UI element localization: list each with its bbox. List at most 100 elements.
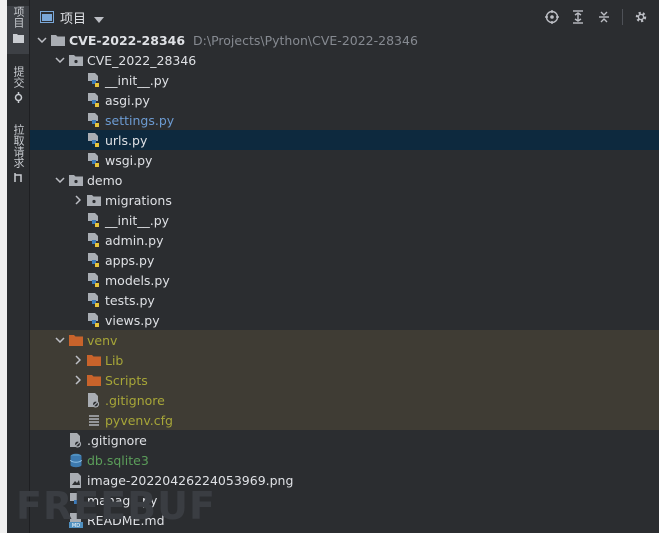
settings-icon[interactable] bbox=[633, 9, 649, 25]
tree-row[interactable]: wsgi.py bbox=[30, 150, 659, 170]
tree-row[interactable]: venv bbox=[30, 330, 659, 350]
tree-row[interactable]: models.py bbox=[30, 270, 659, 290]
database-icon bbox=[68, 452, 84, 468]
tree-item-name: pyvenv.cfg bbox=[105, 412, 173, 428]
tree-item-name: README.md bbox=[87, 512, 165, 528]
tree-row[interactable]: CVE_2022_28346 bbox=[30, 50, 659, 70]
project-view-icon bbox=[40, 8, 54, 27]
side-tab-project-label: 项目 bbox=[12, 6, 25, 28]
tree-row[interactable]: __init__.py bbox=[30, 210, 659, 230]
python-file-icon bbox=[86, 252, 102, 268]
tree-item-name: asgi.py bbox=[105, 92, 150, 108]
side-tab-commit-label: 提交 bbox=[12, 66, 25, 88]
config-file-icon bbox=[86, 412, 102, 428]
tree-row[interactable]: MD README.md bbox=[30, 510, 659, 530]
tree-item-path: D:\Projects\Python\CVE-2022-28346 bbox=[193, 32, 418, 48]
python-file-icon bbox=[86, 272, 102, 288]
tree-item-name: apps.py bbox=[105, 252, 155, 268]
tree-row[interactable]: Lib bbox=[30, 350, 659, 370]
chevron-right-icon[interactable] bbox=[70, 192, 86, 208]
tree-row[interactable]: manage.py bbox=[30, 490, 659, 510]
tree-row[interactable]: apps.py bbox=[30, 250, 659, 270]
chevron-down-icon[interactable] bbox=[52, 332, 68, 348]
tree-item-name: Scripts bbox=[105, 372, 148, 388]
tree-row[interactable]: admin.py bbox=[30, 230, 659, 250]
side-tab-project[interactable]: 项目 bbox=[7, 6, 29, 54]
python-file-icon bbox=[68, 492, 84, 508]
tree-item-name: settings.py bbox=[105, 112, 175, 128]
panel-toolbar bbox=[544, 0, 649, 34]
expand-all-icon[interactable] bbox=[570, 9, 586, 25]
tree-row[interactable]: pyvenv.cfg bbox=[30, 410, 659, 430]
panel-title: 项目 bbox=[60, 11, 87, 27]
tree-row[interactable]: db.sqlite3 bbox=[30, 450, 659, 470]
tree-item-name: Lib bbox=[105, 352, 124, 368]
chevron-down-icon[interactable] bbox=[52, 172, 68, 188]
locate-icon[interactable] bbox=[544, 9, 560, 25]
tree-item-name: migrations bbox=[105, 192, 172, 208]
chevron-down-icon bbox=[94, 8, 105, 27]
chevron-down-icon[interactable] bbox=[34, 32, 50, 48]
tree-row[interactable]: settings.py bbox=[30, 110, 659, 130]
project-panel: 项目 CVE-2022-28346 D:\Projects\Python\CVE-… bbox=[30, 0, 659, 533]
tree-row[interactable]: views.py bbox=[30, 310, 659, 330]
tree-row[interactable]: CVE-2022-28346 D:\Projects\Python\CVE-202… bbox=[30, 30, 659, 50]
tree-row[interactable]: __init__.py bbox=[30, 70, 659, 90]
side-tab-pull-requests[interactable]: 拉取请求 bbox=[7, 124, 29, 190]
tree-item-name: admin.py bbox=[105, 232, 164, 248]
toolbar-divider bbox=[622, 9, 623, 25]
tree-item-name: tests.py bbox=[105, 292, 155, 308]
python-file-icon bbox=[86, 292, 102, 308]
tree-row[interactable]: tests.py bbox=[30, 290, 659, 310]
package-folder-icon bbox=[86, 192, 102, 208]
tree-row[interactable]: Scripts bbox=[30, 370, 659, 390]
python-file-icon bbox=[86, 212, 102, 228]
tree-row[interactable]: demo bbox=[30, 170, 659, 190]
tool-window-strip: 项目 提交 拉取请求 bbox=[7, 0, 30, 533]
tree-row[interactable]: .gitignore bbox=[30, 390, 659, 410]
tree-item-name: manage.py bbox=[87, 492, 158, 508]
python-file-icon bbox=[86, 92, 102, 108]
excluded-folder-icon bbox=[86, 372, 102, 388]
tree-item-name: __init__.py bbox=[105, 212, 170, 228]
gitignore-file-icon bbox=[86, 392, 102, 408]
python-file-icon bbox=[86, 112, 102, 128]
tree-item-name: venv bbox=[87, 332, 118, 348]
side-tab-commit[interactable]: 提交 bbox=[7, 66, 29, 108]
view-selector[interactable]: 项目 bbox=[40, 8, 105, 27]
tree-row[interactable]: urls.py bbox=[30, 130, 659, 150]
chevron-right-icon[interactable] bbox=[70, 372, 86, 388]
tree-item-name: wsgi.py bbox=[105, 152, 153, 168]
excluded-folder-icon bbox=[68, 332, 84, 348]
tree-item-name: views.py bbox=[105, 312, 160, 328]
python-file-icon bbox=[86, 312, 102, 328]
collapse-all-icon[interactable] bbox=[596, 9, 612, 25]
folder-icon bbox=[50, 32, 66, 48]
package-folder-icon bbox=[68, 52, 84, 68]
side-tab-pull-requests-label: 拉取请求 bbox=[12, 124, 25, 168]
svg-text:MD: MD bbox=[72, 523, 80, 528]
tree-item-name: db.sqlite3 bbox=[87, 452, 149, 468]
tree-item-name: CVE_2022_28346 bbox=[87, 52, 197, 68]
panel-header: 项目 bbox=[30, 0, 659, 34]
chevron-down-icon[interactable] bbox=[52, 52, 68, 68]
chevron-right-icon[interactable] bbox=[70, 352, 86, 368]
tree-row[interactable]: migrations bbox=[30, 190, 659, 210]
tree-row[interactable]: image-20220426224053969.png bbox=[30, 470, 659, 490]
project-tree: CVE-2022-28346 D:\Projects\Python\CVE-202… bbox=[30, 30, 659, 530]
tree-item-name: .gitignore bbox=[87, 432, 147, 448]
python-file-icon bbox=[86, 132, 102, 148]
window-edge bbox=[0, 0, 7, 533]
python-file-icon bbox=[86, 152, 102, 168]
python-file-icon bbox=[86, 72, 102, 88]
tree-row[interactable]: .gitignore bbox=[30, 430, 659, 450]
markdown-file-icon: MD bbox=[68, 512, 84, 528]
folder-icon bbox=[12, 32, 24, 43]
package-folder-icon bbox=[68, 172, 84, 188]
excluded-folder-icon bbox=[86, 352, 102, 368]
tree-row[interactable]: asgi.py bbox=[30, 90, 659, 110]
commit-icon bbox=[12, 92, 24, 103]
image-file-icon bbox=[68, 472, 84, 488]
tree-item-name: models.py bbox=[105, 272, 170, 288]
tree-item-name: __init__.py bbox=[105, 72, 170, 88]
